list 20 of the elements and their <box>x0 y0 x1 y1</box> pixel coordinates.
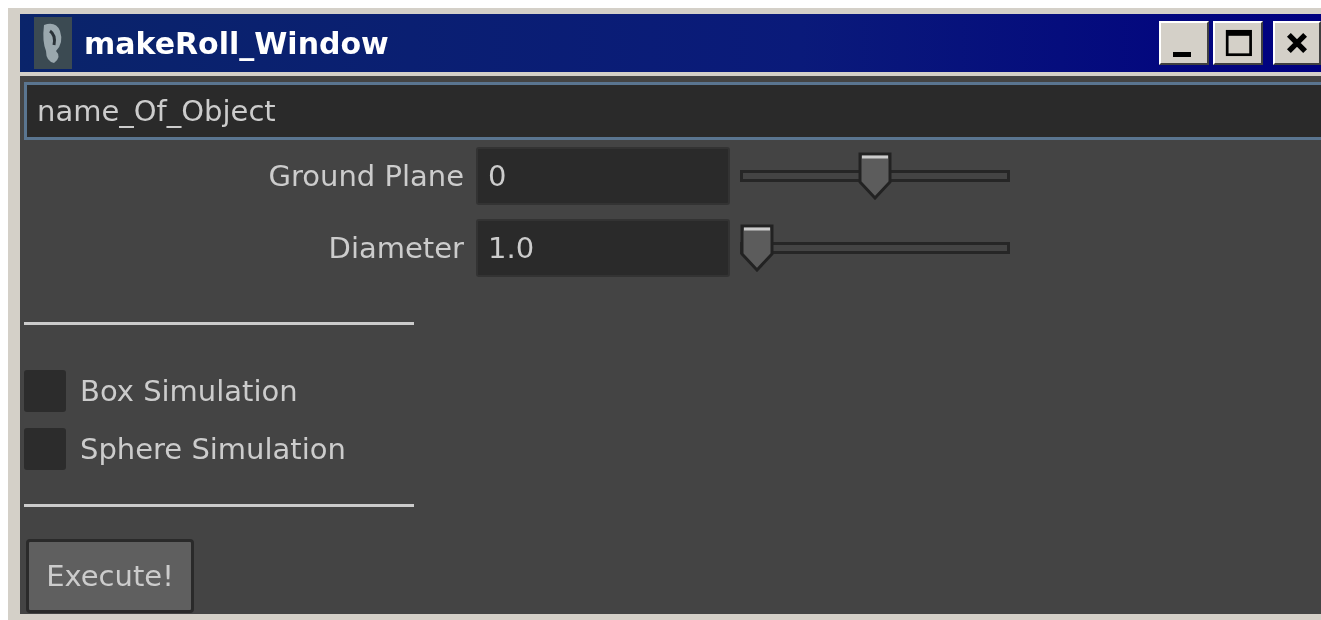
minimize-icon <box>1173 51 1191 57</box>
slider-label: Diameter <box>327 231 465 265</box>
checkbox[interactable] <box>24 370 66 412</box>
slider[interactable] <box>740 224 1010 272</box>
checkbox-label: Sphere Simulation <box>80 432 346 466</box>
execute-button[interactable]: Execute! <box>26 539 194 613</box>
slider-label: Ground Plane <box>267 159 465 193</box>
checkbox-label: Box Simulation <box>80 374 298 408</box>
close-button[interactable] <box>1273 21 1321 65</box>
object-name-field[interactable]: name_Of_Object <box>24 82 1321 140</box>
slider[interactable] <box>740 152 1010 200</box>
checkbox[interactable] <box>24 428 66 470</box>
window-title: makeRoll_Window <box>84 25 389 61</box>
app-icon <box>34 17 72 69</box>
value-field[interactable]: 0 <box>476 147 730 205</box>
slider-thumb[interactable] <box>858 152 892 200</box>
value-field[interactable]: 1.0 <box>476 219 730 277</box>
maximize-button[interactable] <box>1213 21 1263 65</box>
slider-thumb[interactable] <box>740 224 774 272</box>
minimize-button[interactable] <box>1159 21 1209 65</box>
